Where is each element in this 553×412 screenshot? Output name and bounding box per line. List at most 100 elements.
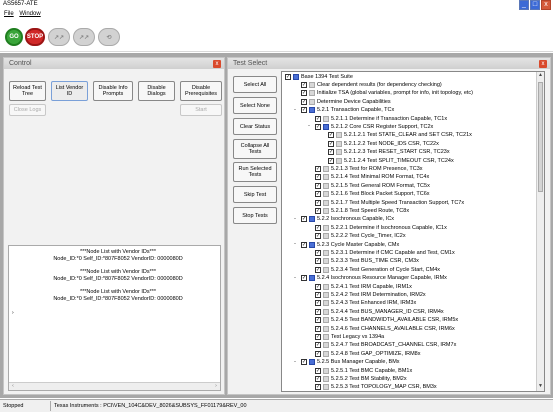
test-checkbox[interactable]: ✓ — [315, 233, 321, 240]
test-checkbox[interactable]: ✓ — [301, 359, 307, 366]
tree-test-row[interactable]: ✓ 5.2.3.4 Test Generation of Cycle Start,… — [315, 266, 440, 273]
test-checkbox[interactable]: ✓ — [315, 375, 321, 382]
test-checkbox[interactable]: ✓ — [315, 266, 321, 273]
tree-test-row[interactable]: ✓ 5.2.4.6 Test CHANNELS_AVAILABLE CSR, IR… — [315, 325, 455, 332]
expander-toggle[interactable]: - — [292, 359, 298, 366]
test-checkbox[interactable]: ✓ — [301, 81, 307, 88]
tree-folder-row[interactable]: ✓ 5.2.3 Cycle Master Capable, CMx — [301, 241, 399, 248]
test-checkbox[interactable]: ✓ — [301, 98, 307, 105]
step-icon[interactable]: ↗↗ — [48, 28, 70, 46]
tree-test-row[interactable]: ✓ 5.2.1.2.1 Test STATE_CLEAR and SET CSR,… — [328, 132, 472, 139]
expander-toggle[interactable]: - — [292, 241, 298, 248]
test-checkbox[interactable]: ✓ — [301, 275, 307, 282]
test-checkbox[interactable]: ✓ — [315, 249, 321, 256]
select-all-button[interactable]: Select All — [233, 76, 277, 93]
clear-status-button[interactable]: Clear Status — [233, 118, 277, 135]
close-logs-button[interactable]: Close Logs — [9, 104, 46, 116]
go-button[interactable]: GO — [5, 28, 23, 46]
test-checkbox[interactable]: ✓ — [315, 384, 321, 391]
test-checkbox[interactable]: ✓ — [315, 224, 321, 231]
tree-test-row[interactable]: ✓ 5.2.1.1 Determine if Transaction Capabl… — [315, 115, 447, 122]
test-checkbox[interactable]: ✓ — [315, 342, 321, 349]
scroll-right-icon[interactable]: › — [212, 383, 220, 390]
test-checkbox[interactable]: ✓ — [315, 258, 321, 265]
tree-test-row[interactable]: ✓ 5.2.1.7 Test Multiple Speed Transaction… — [315, 199, 464, 206]
tree-test-row[interactable]: ✓ 5.2.4.8 Test GAP_OPTIMIZE, IRM8x — [315, 350, 420, 357]
test-checkbox[interactable]: ✓ — [315, 291, 321, 298]
stop-tests-button[interactable]: Stop Tests — [233, 207, 277, 224]
scroll-up-icon[interactable]: ▲ — [537, 72, 544, 80]
tree-folder-row[interactable]: ✓ 5.2.1.2 Core CSR Register Support, TC2x — [315, 123, 433, 130]
tree-test-row[interactable]: ✓ 5.2.2.2 Test Cycle_Timer, IC2x — [315, 233, 406, 240]
test-checkbox[interactable]: ✓ — [301, 90, 307, 97]
test-checkbox[interactable]: ✓ — [315, 123, 321, 130]
close-button[interactable]: x — [541, 0, 551, 10]
log-output[interactable]: ***Node List with Vendor IDs*** Node_ID:… — [8, 245, 221, 391]
tree-test-row[interactable]: ✓ 5.2.1.3 Test for ROM Presence, TC3x — [315, 165, 423, 172]
menu-window[interactable]: Window — [19, 11, 40, 17]
expander-toggle[interactable]: - — [292, 107, 298, 114]
test-checkbox[interactable]: ✓ — [315, 350, 321, 357]
tree-test-row[interactable]: ✓ 5.2.5.2 Test BM Stability, BM2x — [315, 375, 407, 382]
test-checkbox[interactable]: ✓ — [315, 300, 321, 307]
run-selected-tests-button[interactable]: Run Selected Tests — [233, 162, 277, 182]
tree-test-row[interactable]: ✓ 5.2.1.2.4 Test SPLIT_TIMEOUT CSR, TC24x — [328, 157, 454, 164]
control-close-icon[interactable]: x — [213, 60, 221, 68]
disable-dialogs-button[interactable]: Disable Dialogs — [138, 81, 175, 101]
log-horizontal-scrollbar[interactable]: ‹ › — [9, 382, 220, 390]
expander-toggle[interactable]: - — [281, 74, 282, 80]
disable-prerequisites-button[interactable]: Disable Prerequisites — [180, 81, 222, 101]
tree-test-row[interactable]: ✓ Determine Device Capabilities — [301, 98, 391, 105]
test-checkbox[interactable]: ✓ — [315, 115, 321, 122]
tree-test-row[interactable]: ✓ 5.2.4.4 Test BUS_MANAGER_ID CSR, IRM4x — [315, 308, 444, 315]
tree-test-row[interactable]: ✓ 5.2.5.3 Test TOPOLOGY_MAP CSR, BM3x — [315, 384, 437, 391]
minimize-button[interactable]: _ — [519, 0, 529, 10]
test-checkbox[interactable]: ✓ — [301, 241, 307, 248]
test-checkbox[interactable]: ✓ — [315, 207, 321, 214]
list-vendor-id-button[interactable]: List Vendor ID — [51, 81, 88, 101]
scroll-down-icon[interactable]: ▼ — [537, 383, 544, 391]
tree-test-row[interactable]: ✓ 5.2.1.4 Test Minimal ROM Format, TC4x — [315, 174, 429, 181]
test-checkbox[interactable]: ✓ — [301, 107, 307, 114]
reset-icon[interactable]: ⟲ — [98, 28, 120, 46]
test-checkbox[interactable]: ✓ — [328, 140, 334, 147]
tree-test-row[interactable]: ✓ 5.2.1.2.3 Test RESET_START CSR, TC23x — [328, 149, 450, 156]
tree-test-row[interactable]: ✓ Test Legacy vs 1394a — [315, 333, 384, 340]
tree-test-row[interactable]: ✓ 5.2.1.6 Test Block Packet Support, TC6x — [315, 191, 430, 198]
tree-test-row[interactable]: ✓ 5.2.3.1 Determine if CMC Capable and Te… — [315, 249, 455, 256]
tree-test-row[interactable]: ✓ 5.2.2.1 Determine if Isochronous Capabl… — [315, 224, 447, 231]
collapse-all-tests-button[interactable]: Collapse All Tests — [233, 139, 277, 159]
test-checkbox[interactable]: ✓ — [315, 325, 321, 332]
tree-folder-row[interactable]: ✓ 5.2.1 Transaction Capable, TCx — [301, 107, 394, 114]
step-over-icon[interactable]: ↗↗ — [73, 28, 95, 46]
tree-folder-row[interactable]: ✓ Base 1394 Test Suite — [285, 73, 353, 80]
test-checkbox[interactable]: ✓ — [315, 308, 321, 315]
expander-toggle[interactable]: - — [292, 275, 298, 282]
tree-test-row[interactable]: ✓ 5.2.4.7 Test BROADCAST_CHANNEL CSR, IRM… — [315, 342, 456, 349]
test-checkbox[interactable]: ✓ — [315, 199, 321, 206]
test-tree[interactable]: ▲ ▼ -✓Base 1394 Test Suite✓Clear depende… — [281, 71, 545, 392]
test-checkbox[interactable]: ✓ — [315, 283, 321, 290]
skip-test-button[interactable]: Skip Test — [233, 186, 277, 203]
tree-folder-row[interactable]: ✓ 5.2.2 Isochronous Capable, ICx — [301, 216, 394, 223]
select-none-button[interactable]: Select None — [233, 97, 277, 114]
test-checkbox[interactable]: ✓ — [328, 149, 334, 156]
test-checkbox[interactable]: ✓ — [315, 174, 321, 181]
tree-test-row[interactable]: ✓ Clear dependent results (for dependency… — [301, 81, 442, 88]
tree-test-row[interactable]: ✓ 5.2.1.2.2 Test NODE_IDS CSR, TC22x — [328, 140, 439, 147]
menu-file[interactable]: File — [4, 11, 14, 17]
reload-test-tree-button[interactable]: Reload Test Tree — [9, 81, 46, 101]
tree-test-row[interactable]: ✓ 5.2.3.3 Test BUS_TIME CSR, CM3x — [315, 258, 419, 265]
test-checkbox[interactable]: ✓ — [315, 367, 321, 374]
tree-test-row[interactable]: ✓ 5.2.1.8 Test Speed Route, TC8x — [315, 207, 409, 214]
maximize-button[interactable]: □ — [530, 0, 540, 10]
test-select-close-icon[interactable]: x — [539, 60, 547, 68]
tree-test-row[interactable]: ✓ 5.2.4.5 Test BANDWIDTH_AVAILABLE CSR, I… — [315, 317, 458, 324]
test-checkbox[interactable]: ✓ — [285, 73, 291, 80]
test-checkbox[interactable]: ✓ — [301, 216, 307, 223]
expander-toggle[interactable]: - — [306, 123, 312, 130]
tree-test-row[interactable]: ✓ 5.2.5.1 Test BMC Capable, BM1x — [315, 367, 412, 374]
tree-test-row[interactable]: ✓ Initialize TSA (global variables, promp… — [301, 90, 473, 97]
stop-button[interactable]: STOP — [25, 28, 45, 46]
test-checkbox[interactable]: ✓ — [328, 132, 334, 139]
